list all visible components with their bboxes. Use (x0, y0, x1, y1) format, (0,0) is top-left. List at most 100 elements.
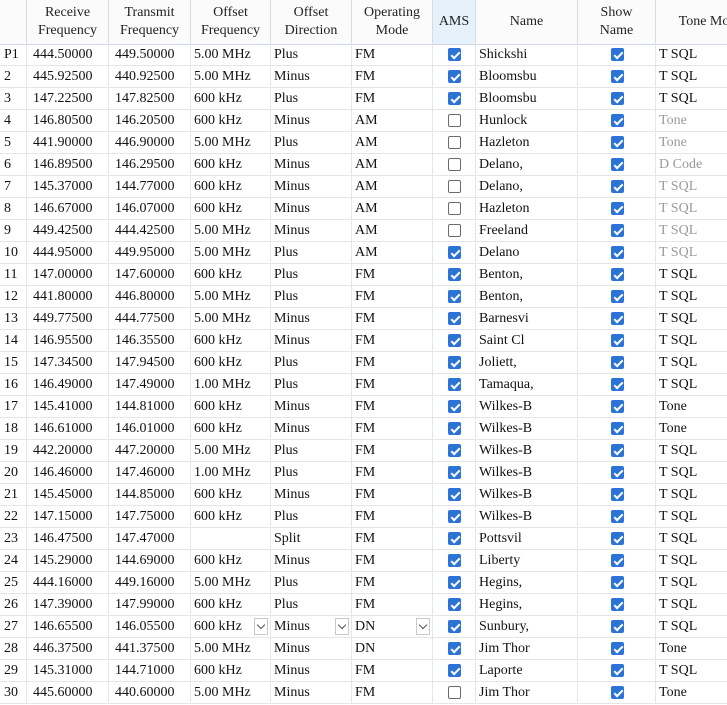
offset-frequency-cell[interactable]: 600 kHz (191, 110, 271, 131)
transmit-frequency-cell[interactable]: 146.05500 (109, 616, 191, 637)
ams-cell[interactable] (433, 484, 476, 505)
transmit-frequency-cell[interactable]: 147.46000 (109, 462, 191, 483)
show-name-checkbox[interactable] (611, 202, 624, 215)
offset-direction-cell[interactable]: Minus (271, 154, 352, 175)
operating-mode-cell[interactable]: FM (352, 528, 433, 549)
ams-checkbox[interactable] (448, 576, 461, 589)
tone-mode-cell[interactable]: T SQL (656, 198, 727, 219)
offset-direction-cell[interactable]: Plus (271, 264, 352, 285)
show-name-cell[interactable] (578, 550, 656, 571)
offset-direction-cell[interactable]: Plus (271, 352, 352, 373)
receive-frequency-cell[interactable]: 444.95000 (27, 242, 109, 263)
table-row[interactable]: 28 446.37500 441.37500 5.00 MHz Minus DN Jim T… (0, 638, 727, 660)
show-name-cell[interactable] (578, 44, 656, 65)
name-cell[interactable]: Hazleton (476, 198, 578, 219)
table-row[interactable]: 24 145.29000 144.69000 600 kHz Minus FM Libert… (0, 550, 727, 572)
show-name-checkbox[interactable] (611, 576, 624, 589)
name-cell[interactable]: Bloomsbu (476, 88, 578, 109)
show-name-checkbox[interactable] (611, 488, 624, 501)
row-number[interactable]: 14 (0, 330, 27, 351)
tone-mode-cell[interactable]: Tone (656, 110, 727, 131)
offset-direction-cell[interactable]: Minus (271, 176, 352, 197)
tone-mode-cell[interactable]: T SQL (656, 660, 727, 681)
operating-mode-cell[interactable]: AM (352, 198, 433, 219)
receive-frequency-cell[interactable]: 147.15000 (27, 506, 109, 527)
show-name-cell[interactable] (578, 352, 656, 373)
offset-direction-cell[interactable]: Minus (271, 638, 352, 659)
offset-direction-cell[interactable]: Plus (271, 44, 352, 65)
ams-checkbox[interactable] (448, 620, 461, 633)
offset-direction-cell[interactable]: Plus (271, 286, 352, 307)
offset-frequency-cell[interactable]: 600 kHz (191, 264, 271, 285)
row-number[interactable]: 3 (0, 88, 27, 109)
offset-frequency-cell[interactable]: 600 kHz (191, 330, 271, 351)
ams-checkbox[interactable] (448, 356, 461, 369)
receive-frequency-cell[interactable]: 146.67000 (27, 198, 109, 219)
column-header-name[interactable]: Name (476, 0, 578, 44)
ams-checkbox[interactable] (448, 92, 461, 105)
operating-mode-cell[interactable]: DN (352, 616, 433, 637)
transmit-frequency-cell[interactable]: 441.37500 (109, 638, 191, 659)
row-number[interactable]: 13 (0, 308, 27, 329)
transmit-frequency-cell[interactable]: 449.50000 (109, 44, 191, 65)
ams-checkbox[interactable] (448, 224, 461, 237)
table-row[interactable]: 29 145.31000 144.71000 600 kHz Minus FM Laport… (0, 660, 727, 682)
receive-frequency-cell[interactable]: 147.39000 (27, 594, 109, 615)
show-name-checkbox[interactable] (611, 92, 624, 105)
offset-direction-cell[interactable]: Minus (271, 660, 352, 681)
name-cell[interactable]: Pottsvil (476, 528, 578, 549)
table-row[interactable]: 25 444.16000 449.16000 5.00 MHz Plus FM Hegins… (0, 572, 727, 594)
ams-cell[interactable] (433, 66, 476, 87)
receive-frequency-cell[interactable]: 445.60000 (27, 682, 109, 703)
row-number[interactable]: 11 (0, 264, 27, 285)
table-row[interactable]: 5 441.90000 446.90000 5.00 MHz Plus AM Hazleto… (0, 132, 727, 154)
show-name-cell[interactable] (578, 198, 656, 219)
operating-mode-cell[interactable]: FM (352, 66, 433, 87)
show-name-checkbox[interactable] (611, 510, 624, 523)
receive-frequency-cell[interactable]: 445.92500 (27, 66, 109, 87)
row-number[interactable]: 30 (0, 682, 27, 703)
tone-mode-cell[interactable]: T SQL (656, 550, 727, 571)
tone-mode-cell[interactable]: Tone (656, 396, 727, 417)
column-header-ams[interactable]: AMS (433, 0, 476, 44)
offset-frequency-cell[interactable]: 5.00 MHz (191, 440, 271, 461)
show-name-cell[interactable] (578, 374, 656, 395)
show-name-cell[interactable] (578, 242, 656, 263)
tone-mode-cell[interactable]: T SQL (656, 462, 727, 483)
receive-frequency-cell[interactable]: 444.16000 (27, 572, 109, 593)
offset-direction-cell[interactable]: Minus (271, 396, 352, 417)
offset-direction-cell[interactable]: Minus (271, 330, 352, 351)
operating-mode-cell[interactable]: FM (352, 374, 433, 395)
table-row[interactable]: 27 146.65500 146.05500 600 kHz Minus DN Sunbur… (0, 616, 727, 638)
table-row[interactable]: 15 147.34500 147.94500 600 kHz Plus FM Joliett… (0, 352, 727, 374)
table-row[interactable]: 11 147.00000 147.60000 600 kHz Plus FM Benton,… (0, 264, 727, 286)
offset-direction-cell[interactable]: Minus (271, 550, 352, 571)
offset-direction-cell[interactable]: Minus (271, 484, 352, 505)
operating-mode-cell[interactable]: FM (352, 550, 433, 571)
operating-mode-cell[interactable]: FM (352, 660, 433, 681)
transmit-frequency-cell[interactable]: 147.82500 (109, 88, 191, 109)
ams-cell[interactable] (433, 110, 476, 131)
ams-cell[interactable] (433, 352, 476, 373)
row-number[interactable]: 12 (0, 286, 27, 307)
name-cell[interactable]: Hazleton (476, 132, 578, 153)
table-row[interactable]: 12 441.80000 446.80000 5.00 MHz Plus FM Benton… (0, 286, 727, 308)
transmit-frequency-cell[interactable]: 147.47000 (109, 528, 191, 549)
operating-mode-cell[interactable]: AM (352, 154, 433, 175)
column-header-tone[interactable]: Tone Mod (656, 0, 727, 44)
offset-direction-cell[interactable]: Plus (271, 440, 352, 461)
row-number[interactable]: 26 (0, 594, 27, 615)
name-cell[interactable]: Jim Thor (476, 682, 578, 703)
name-cell[interactable]: Wilkes-B (476, 506, 578, 527)
operating-mode-cell[interactable]: FM (352, 506, 433, 527)
show-name-checkbox[interactable] (611, 246, 624, 259)
receive-frequency-cell[interactable]: 145.37000 (27, 176, 109, 197)
offset-direction-cell[interactable]: Plus (271, 572, 352, 593)
name-cell[interactable]: Wilkes-B (476, 484, 578, 505)
operating-mode-cell[interactable]: FM (352, 484, 433, 505)
receive-frequency-cell[interactable]: 146.46000 (27, 462, 109, 483)
show-name-checkbox[interactable] (611, 290, 624, 303)
operating-mode-dropdown[interactable] (416, 618, 430, 635)
name-cell[interactable]: Wilkes-B (476, 440, 578, 461)
row-number[interactable]: 27 (0, 616, 27, 637)
